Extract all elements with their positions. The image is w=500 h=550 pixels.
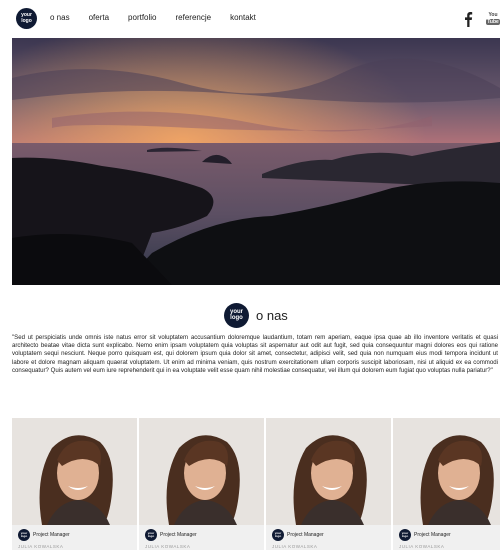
header-logo[interactable]: your logo — [16, 8, 37, 29]
logo-text-line2: logo — [401, 534, 409, 538]
about-heading: your logo o nas — [224, 301, 288, 329]
youtube-text-you: You — [488, 12, 498, 18]
card-logo: your logo — [399, 529, 411, 541]
team-card[interactable]: your logo Project Manager JULIA KOWALSKA — [12, 418, 137, 550]
team-member-name: JULIA KOWALSKA — [272, 544, 318, 549]
logo-text-line2: logo — [20, 534, 28, 538]
logo-text-line2: logo — [230, 315, 243, 321]
nav-item-kontakt[interactable]: kontakt — [230, 13, 256, 22]
logo-text-line2: logo — [274, 534, 282, 538]
facebook-icon[interactable] — [463, 11, 473, 27]
logo-text-line2: logo — [147, 534, 155, 538]
team-member-name: JULIA KOWALSKA — [399, 544, 445, 549]
team-card[interactable]: your logo Project Manager JULIA KOWALSKA — [266, 418, 391, 550]
person-photo — [266, 418, 391, 525]
person-photo — [139, 418, 264, 525]
nav-item-o-nas[interactable]: o nas — [50, 13, 70, 22]
team-card[interactable]: your logo Project Manager JULIA KOWALSKA — [393, 418, 500, 550]
card-logo: your logo — [18, 529, 30, 541]
team-grid: your logo Project Manager JULIA KOWALSKA… — [12, 418, 500, 550]
sunset-landscape-image — [12, 38, 500, 285]
card-info: your logo Project Manager — [18, 529, 70, 541]
person-photo — [393, 418, 500, 525]
team-member-role: Project Manager — [160, 532, 197, 538]
card-info: your logo Project Manager — [272, 529, 324, 541]
about-logo: your logo — [224, 302, 249, 328]
team-member-role: Project Manager — [287, 532, 324, 538]
team-member-name: JULIA KOWALSKA — [145, 544, 191, 549]
about-text: "Sed ut perspiciatis unde omnis iste nat… — [12, 334, 498, 374]
card-logo: your logo — [272, 529, 284, 541]
main-nav: o nas oferta portfolio referencje kontak… — [50, 13, 275, 22]
youtube-icon[interactable]: You Tube — [486, 12, 500, 29]
nav-item-referencje[interactable]: referencje — [176, 13, 212, 22]
youtube-text-tube: Tube — [486, 19, 500, 25]
person-photo — [12, 418, 137, 525]
nav-item-portfolio[interactable]: portfolio — [128, 13, 156, 22]
team-member-role: Project Manager — [33, 532, 70, 538]
card-info: your logo Project Manager — [399, 529, 451, 541]
team-member-role: Project Manager — [414, 532, 451, 538]
hero-image — [12, 38, 500, 285]
nav-item-oferta[interactable]: oferta — [89, 13, 109, 22]
card-logo: your logo — [145, 529, 157, 541]
card-info: your logo Project Manager — [145, 529, 197, 541]
about-title: o nas — [256, 307, 288, 323]
team-member-name: JULIA KOWALSKA — [18, 544, 64, 549]
team-card[interactable]: your logo Project Manager JULIA KOWALSKA — [139, 418, 264, 550]
top-navigation-bar: your logo o nas oferta portfolio referen… — [0, 0, 500, 38]
logo-text-line2: logo — [21, 17, 32, 24]
